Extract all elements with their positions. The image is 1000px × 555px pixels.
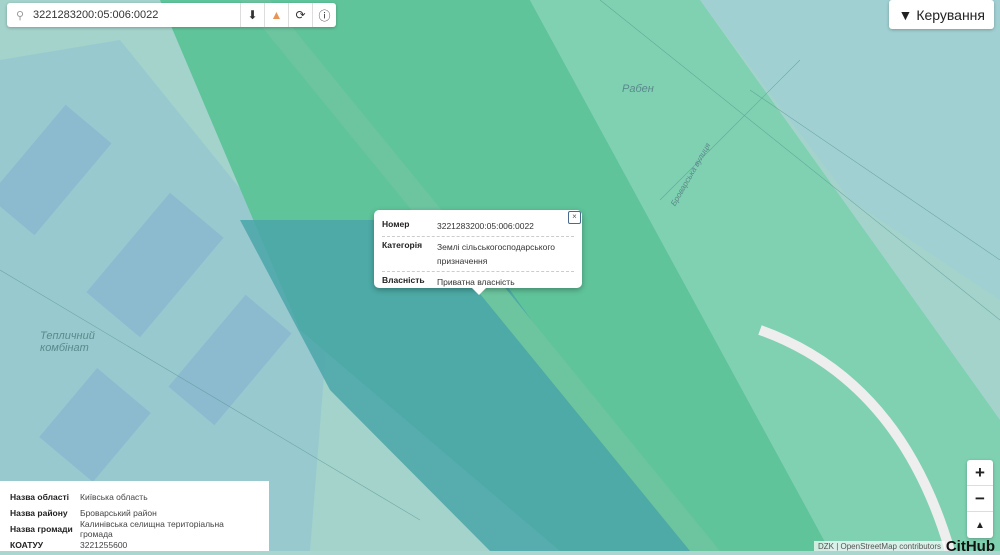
popup-label: Власність: [382, 275, 425, 285]
filter-icon: ▼: [898, 6, 913, 23]
control-button[interactable]: ▼ Керування: [889, 0, 994, 29]
info-value: 3221255600: [80, 540, 128, 550]
info-value: Київська область: [80, 492, 148, 502]
refresh-icon[interactable]: ⟳: [288, 3, 312, 27]
map-label-raben: Рабен: [622, 83, 654, 95]
popup-row: Номер 3221283200:05:006:0022: [382, 216, 574, 237]
info-icon[interactable]: ⓘ: [312, 3, 336, 27]
popup-value: 3221283200:05:006:0022: [437, 221, 534, 231]
zoom-out-button[interactable]: −: [967, 486, 993, 512]
popup-value: Землі сільськогосподарського призначення: [437, 242, 555, 266]
zoom-control: + − ▲: [967, 460, 993, 538]
info-label: Назва району: [10, 508, 68, 518]
brand-logo: CitHub: [945, 538, 995, 555]
close-icon[interactable]: ×: [568, 211, 581, 224]
zoom-in-button[interactable]: +: [967, 460, 993, 486]
info-label: КОАТУУ: [10, 540, 44, 550]
search-input[interactable]: [33, 9, 240, 21]
download-icon[interactable]: ⬇: [240, 3, 264, 27]
map-label-greenhouse: Тепличний комбінат: [40, 330, 95, 354]
info-row: Назва області Київська область: [10, 489, 259, 505]
attribution[interactable]: DZK | OpenStreetMap contributors: [813, 541, 945, 551]
popup-value: Приватна власність: [437, 277, 515, 287]
info-label: Назва громади: [10, 524, 73, 534]
info-value: Калинівська селищна територіальна громад…: [79, 519, 224, 539]
search-icon: ⚲: [15, 9, 25, 22]
parcel-popup: × Номер 3221283200:05:006:0022 Категорія З…: [374, 210, 582, 295]
info-label: Назва області: [10, 492, 70, 502]
info-row: Назва громади Калинівська селищна територ…: [10, 519, 259, 539]
info-value: Броварський район: [80, 508, 157, 518]
search-bar: ⚲ ⬇ ▲ ⟳ ⓘ: [7, 3, 336, 27]
warning-icon[interactable]: ▲: [264, 3, 288, 27]
popup-row: Власність Приватна власність: [382, 272, 574, 292]
compass-button[interactable]: ▲: [967, 512, 993, 538]
info-panel: Назва області Київська область Назва райо…: [0, 481, 269, 551]
popup-row: Категорія Землі сільськогосподарського пр…: [382, 237, 574, 272]
control-button-label: Керування: [916, 6, 985, 23]
popup-label: Номер: [382, 219, 410, 229]
popup-label: Категорія: [382, 240, 423, 250]
